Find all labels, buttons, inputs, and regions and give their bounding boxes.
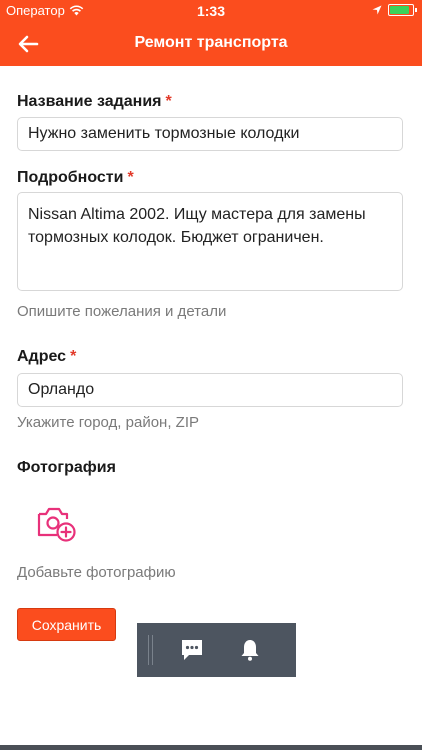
- bell-icon[interactable]: [237, 637, 263, 663]
- nav-bar: Ремонт транспорта: [0, 22, 422, 66]
- status-right: [372, 4, 417, 16]
- floating-toolbar: [137, 623, 296, 677]
- required-mark: *: [127, 169, 134, 186]
- photo-label: Фотография: [17, 459, 116, 476]
- task-name-input[interactable]: Нужно заменить тормозные колодки: [17, 117, 403, 151]
- details-label-text: Подробности: [17, 169, 124, 186]
- battery-icon: [388, 4, 417, 16]
- details-hint: Опишите пожелания и детали: [17, 303, 227, 320]
- save-button[interactable]: Сохранить: [17, 608, 116, 641]
- bottom-divider: [0, 745, 422, 750]
- add-photo-icon[interactable]: [36, 504, 80, 544]
- required-mark: *: [70, 348, 77, 365]
- battery-fill: [390, 6, 409, 14]
- address-label-text: Адрес: [17, 348, 67, 365]
- address-label: Адрес *: [17, 348, 76, 366]
- page-title: Ремонт транспорта: [134, 34, 288, 51]
- status-time: 1:33: [196, 3, 226, 19]
- task-name-label: Название задания *: [17, 93, 172, 111]
- address-input[interactable]: Орландо: [17, 373, 403, 407]
- chat-icon[interactable]: [179, 637, 205, 663]
- photo-hint: Добавьте фотографию: [17, 564, 176, 581]
- address-hint: Укажите город, район, ZIP: [17, 414, 199, 431]
- location-icon: [372, 5, 382, 15]
- details-textarea[interactable]: Nissan Altima 2002. Ищу мастера для заме…: [17, 192, 403, 291]
- status-bar: Оператор 1:33: [0, 0, 422, 22]
- required-mark: *: [165, 93, 172, 110]
- details-label: Подробности *: [17, 169, 134, 187]
- task-name-label-text: Название задания: [17, 93, 162, 110]
- divider: [152, 635, 153, 665]
- divider: [148, 635, 149, 665]
